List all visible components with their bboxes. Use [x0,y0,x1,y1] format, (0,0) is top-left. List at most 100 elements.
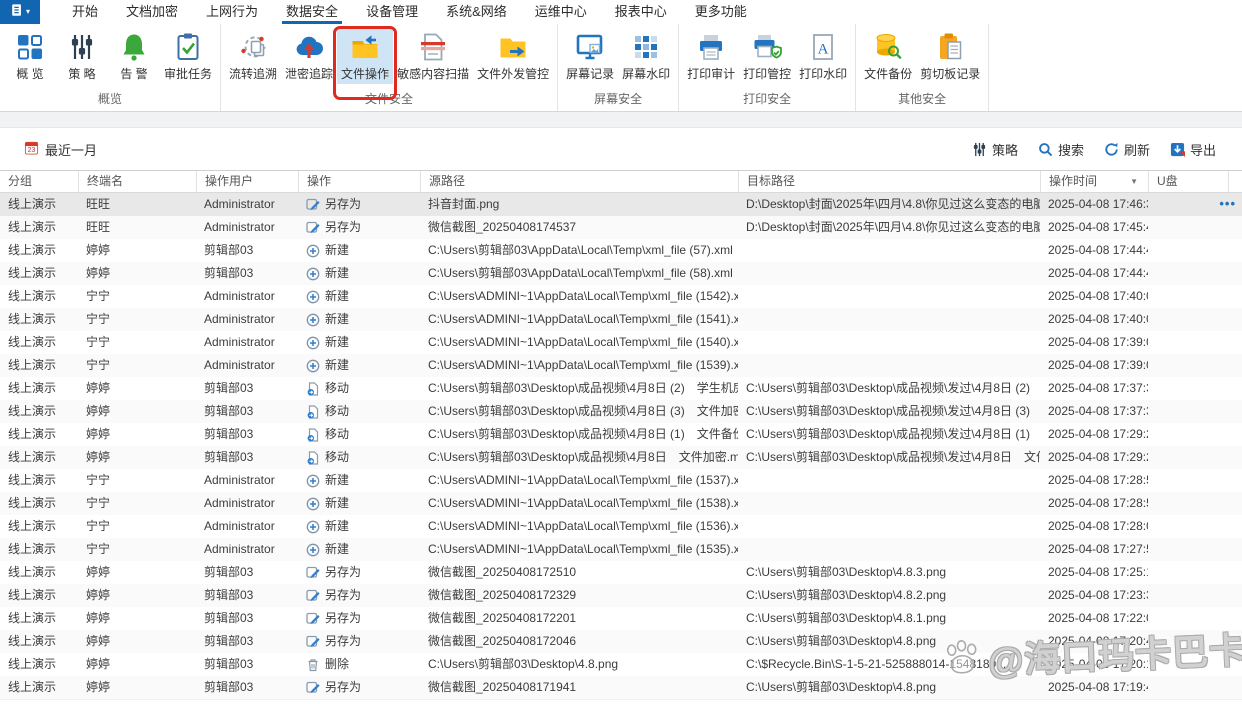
usb-cell [1148,193,1228,216]
ribbon-item-1-1[interactable]: 概 览 [4,29,56,84]
table-row[interactable]: 线上演示宁宁Administrator新建C:\Users\ADMINI~1\A… [0,469,1242,492]
ribbon-item-1-4[interactable]: 审批任务 [160,29,216,84]
menu-tab-2[interactable]: 文档加密 [112,0,192,24]
app-menu-button[interactable]: ▾ [0,0,40,24]
table-row[interactable]: 线上演示婷婷剪辑部03新建C:\Users\剪辑部03\AppData\Loca… [0,239,1242,262]
column-header-1[interactable]: 分组 [0,171,78,192]
ribbon-item-5-2[interactable]: 剪切板记录 [916,29,984,84]
column-header-filler [1228,171,1242,192]
table-row[interactable]: 线上演示婷婷剪辑部03另存为微信截图_20250408172046C:\User… [0,630,1242,653]
usb-cell [1148,423,1228,446]
ribbon-item-1-3[interactable]: 告 警 [108,29,160,84]
screen-record-icon [575,32,605,62]
ribbon-item-2-4[interactable]: 敏感内容扫描 [393,29,473,84]
menu-tab-4[interactable]: 数据安全 [272,0,352,24]
source-path-cell [420,700,738,704]
table-row[interactable]: 线上演示宁宁Administrator新建C:\Users\ADMINI~1\A… [0,354,1242,377]
toolbar-action-1[interactable]: 策略 [972,140,1018,159]
table-row[interactable]: 线上演示婷婷剪辑部03移动C:\Users\剪辑部03\Desktop\成品视频… [0,446,1242,469]
new-plus-icon [306,267,320,281]
row-more-menu-icon[interactable]: ••• [1219,193,1236,214]
table-row[interactable]: 线上演示婷婷剪辑部03另存为微信截图_20250408172329C:\User… [0,584,1242,607]
table-row[interactable]: 线上演示婷婷剪辑部03移动C:\Users\剪辑部03\Desktop\成品视频… [0,423,1242,446]
terminal-cell: 婷婷 [78,607,196,630]
table-row[interactable]: 线上演示宁宁Administrator新建C:\Users\ADMINI~1\A… [0,492,1242,515]
target-path-cell: C:\Users\剪辑部03\Desktop\成品视频\发过\4月8日 (1) … [738,423,1040,446]
table-row[interactable]: 线上演示婷婷剪辑部03另存为微信截图_20250408171941C:\User… [0,676,1242,699]
column-header-7[interactable]: 操作时间▼ [1040,171,1148,192]
user-cell: 剪辑部03 [196,239,298,262]
target-path-cell: C:\Users\剪辑部03\Desktop\4.8.1.png [738,607,1040,630]
ribbon-item-3-2[interactable]: 屏幕水印 [618,29,674,84]
toolbar-actions: 策略 搜索 刷新 导出 [972,128,1216,170]
table-row[interactable]: 线上演示宁宁Administrator新建C:\Users\ADMINI~1\A… [0,331,1242,354]
table-row[interactable]: 线上演示婷婷剪辑部03移动C:\Users\剪辑部03\Desktop\成品视频… [0,400,1242,423]
calendar-icon: 23 [24,140,39,158]
time-cell: 2025-04-08 17:20:10 [1040,653,1148,676]
menu-tab-8[interactable]: 报表中心 [601,0,681,24]
file-backup-icon [873,32,903,62]
ribbon-item-label: 敏感内容扫描 [397,65,469,82]
menu-tab-5[interactable]: 设备管理 [352,0,432,24]
column-header-3[interactable]: 操作用户 [196,171,298,192]
target-path-cell [738,538,1040,561]
ribbon-item-2-1[interactable]: 流转追溯 [225,29,281,84]
move-icon [306,382,320,396]
table-row[interactable]: 线上演示婷婷剪辑部03新建C:\Users\剪辑部03\AppData\Loca… [0,262,1242,285]
user-cell: 剪辑部03 [196,423,298,446]
table-row[interactable]: 线上演示宁宁Administrator新建C:\Users\ADMINI~1\A… [0,308,1242,331]
ribbon-group-4: 打印审计打印管控A打印水印打印安全 [679,24,856,111]
operation-label: 新建 [325,262,349,285]
table-row[interactable]: 线上演示宁宁Administrator新建C:\Users\ADMINI~1\A… [0,515,1242,538]
table-row[interactable]: 线上演示旺旺Administrator另存为抖音封面.pngD:\Desktop… [0,193,1242,216]
menu-tab-1[interactable]: 开始 [58,0,112,24]
table-row[interactable]: 线上演示婷婷剪辑部03移动C:\Users\剪辑部03\Desktop\成品视频… [0,377,1242,400]
policy-sliders-icon [67,32,97,62]
menu-tab-3[interactable]: 上网行为 [192,0,272,24]
toolbar-action-2[interactable]: 搜索 [1038,140,1084,159]
ribbon-item-4-2[interactable]: 打印管控 [739,29,795,84]
search-icon [1038,142,1053,157]
column-header-6[interactable]: 目标路径 [738,171,1040,192]
date-range-filter[interactable]: 23 最近一月 [24,128,97,170]
operation-label: 移动 [325,400,349,423]
operation-cell: 删除 [298,653,420,676]
target-path-cell: C:\Users\剪辑部03\Desktop\4.8.2.png [738,584,1040,607]
group-cell: 线上演示 [0,584,78,607]
table-row[interactable]: 线上演示旺旺Administrator另存为微信截图_2025040817453… [0,216,1242,239]
ribbon-item-2-2[interactable]: 泄密追踪 [281,29,337,84]
table-row[interactable]: 线上演示婷婷剪辑部03删除C:\Users\剪辑部03\Desktop\4.8.… [0,653,1242,676]
ribbon-item-4-3[interactable]: A打印水印 [795,29,851,84]
ribbon-item-3-1[interactable]: 屏幕记录 [562,29,618,84]
alert-bell-icon [119,32,149,62]
ribbon-item-4-1[interactable]: 打印审计 [683,29,739,84]
user-cell: 剪辑部03 [196,700,298,704]
toolbar-action-3[interactable]: 刷新 [1104,140,1150,159]
column-header-4[interactable]: 操作 [298,171,420,192]
menu-tab-6[interactable]: 系统&网络 [432,0,521,24]
column-header-8[interactable]: U盘 [1148,171,1228,192]
table-row[interactable]: 线上演示婷婷剪辑部03另存为微信截图_20250408172201C:\User… [0,607,1242,630]
new-plus-icon [306,244,320,258]
filter-dropdown-icon[interactable]: ▼ [1130,171,1138,192]
time-cell: 2025-04-08 17:45:41 [1040,216,1148,239]
table-row[interactable]: 线上演示宁宁Administrator新建C:\Users\ADMINI~1\A… [0,285,1242,308]
ribbon-item-1-2[interactable]: 策 略 [56,29,108,84]
table-row-partial[interactable]: 线上演示婷婷剪辑部03另存为 [0,700,1242,704]
target-path-cell [738,700,1040,704]
usb-cell [1148,515,1228,538]
ribbon-items: 概 览策 略告 警审批任务 [4,24,216,84]
ribbon-item-2-5[interactable]: 文件外发管控 [473,29,553,84]
ribbon-item-5-1[interactable]: 文件备份 [860,29,916,84]
move-icon [306,428,320,442]
target-path-cell [738,515,1040,538]
column-header-5[interactable]: 源路径 [420,171,738,192]
menu-tab-9[interactable]: 更多功能 [681,0,761,24]
source-path-cell: C:\Users\ADMINI~1\AppData\Local\Temp\xml… [420,538,738,561]
toolbar-action-4[interactable]: 导出 [1170,140,1216,159]
table-row[interactable]: 线上演示宁宁Administrator新建C:\Users\ADMINI~1\A… [0,538,1242,561]
column-header-2[interactable]: 终端名 [78,171,196,192]
ribbon-item-2-3[interactable]: 文件操作 [337,29,393,84]
table-row[interactable]: 线上演示婷婷剪辑部03另存为微信截图_20250408172510C:\User… [0,561,1242,584]
menu-tab-7[interactable]: 运维中心 [521,0,601,24]
